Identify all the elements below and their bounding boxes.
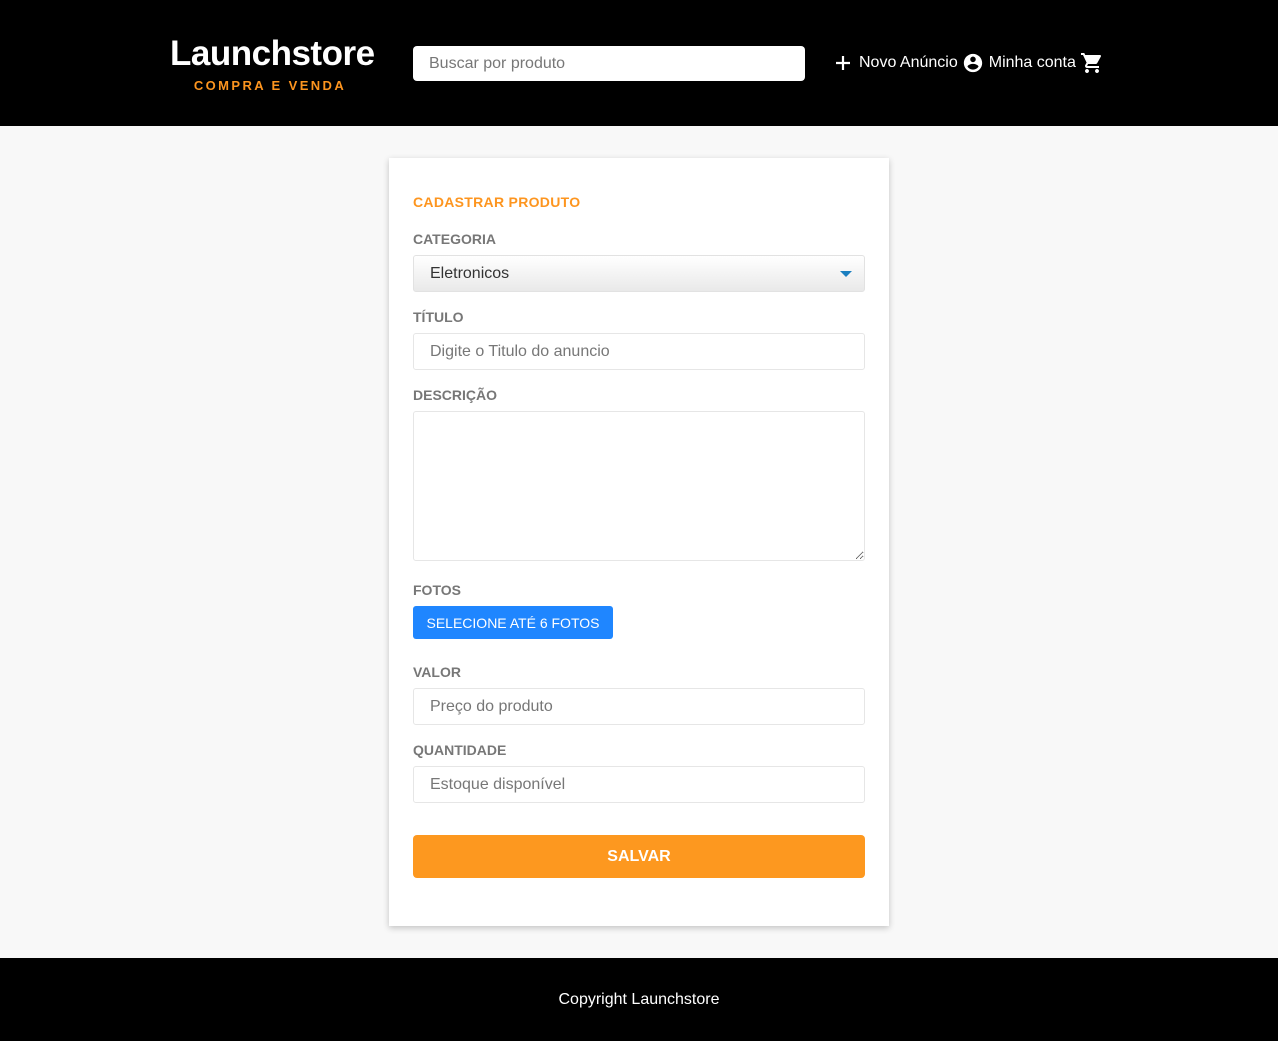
description-textarea[interactable] bbox=[413, 411, 865, 561]
search-input[interactable] bbox=[413, 46, 805, 81]
title-label: TÍTULO bbox=[413, 309, 464, 325]
header-nav: Novo Anúncio Minha conta bbox=[832, 50, 1104, 76]
plus-icon bbox=[832, 52, 854, 74]
category-select[interactable]: Eletronicos bbox=[413, 255, 865, 292]
photos-label: FOTOS bbox=[413, 582, 461, 598]
cart-icon[interactable] bbox=[1080, 51, 1104, 75]
category-label: CATEGORIA bbox=[413, 231, 496, 247]
logo[interactable]: Launchstore COMPRA E VENDA bbox=[170, 34, 375, 93]
category-selected-value: Eletronicos bbox=[430, 264, 510, 282]
title-input[interactable] bbox=[413, 333, 865, 370]
dropdown-arrow-icon bbox=[840, 271, 852, 277]
form-title: CADASTRAR PRODUTO bbox=[413, 194, 581, 210]
quantity-label: QUANTIDADE bbox=[413, 742, 507, 758]
price-label: VALOR bbox=[413, 664, 461, 680]
logo-subtitle: COMPRA E VENDA bbox=[193, 78, 347, 93]
product-form-card: CADASTRAR PRODUTO CATEGORIA Eletronicos … bbox=[389, 158, 889, 926]
price-input[interactable] bbox=[413, 688, 865, 725]
description-label: DESCRIÇÃO bbox=[413, 387, 498, 403]
new-ad-link[interactable]: Novo Anúncio bbox=[832, 52, 958, 74]
site-footer: Copyright Launchstore bbox=[0, 958, 1278, 1041]
save-button[interactable]: SALVAR bbox=[413, 835, 865, 878]
select-photos-button[interactable]: SELECIONE ATÉ 6 FOTOS bbox=[413, 606, 613, 639]
quantity-input[interactable] bbox=[413, 766, 865, 803]
account-circle-icon bbox=[962, 52, 984, 74]
site-header: Launchstore COMPRA E VENDA Novo Anúncio … bbox=[0, 0, 1278, 126]
account-label: Minha conta bbox=[988, 54, 1076, 71]
copyright-text: Copyright Launchstore bbox=[558, 990, 720, 1008]
new-ad-label: Novo Anúncio bbox=[859, 54, 958, 71]
logo-title[interactable]: Launchstore bbox=[170, 34, 375, 74]
account-link[interactable]: Minha conta bbox=[962, 52, 1076, 74]
